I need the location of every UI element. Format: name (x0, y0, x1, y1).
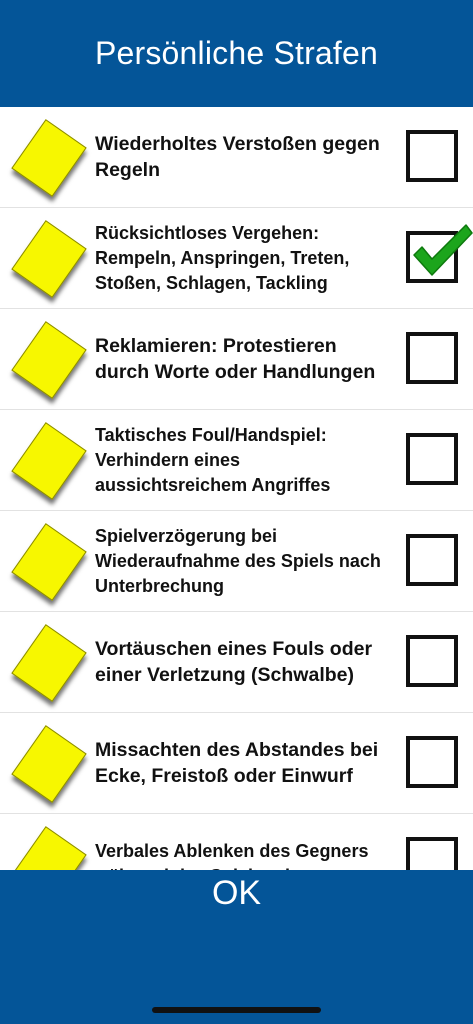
list-item: Taktisches Foul/Handspiel: Verhindern ei… (0, 410, 473, 511)
item-checkbox[interactable] (406, 635, 458, 687)
item-label: Rücksichtloses Vergehen: Rempeln, Anspri… (95, 222, 350, 293)
ok-button[interactable]: OK (0, 870, 473, 916)
item-label: Wiederholtes Verstoßen gegen Regeln (95, 133, 380, 181)
yellow-card-icon (11, 321, 87, 399)
list-item: Wiederholtes Verstoßen gegen Regeln (0, 107, 473, 208)
item-label: Missachten des Abstandes bei Ecke, Freis… (95, 739, 379, 787)
list-item: Spielverzögerung bei Wiederaufnahme des … (0, 511, 473, 612)
list-item: Verbales Ablenken des Gegners während de… (0, 814, 473, 870)
footer-bar: OK (0, 870, 473, 1024)
item-checkbox[interactable] (406, 224, 473, 283)
item-checkbox[interactable] (406, 433, 458, 485)
yellow-card-icon (11, 422, 87, 500)
yellow-card-icon (11, 220, 87, 298)
item-checkbox[interactable] (406, 837, 458, 870)
item-label: Reklamieren: Protestieren durch Worte od… (95, 335, 376, 383)
item-label: Taktisches Foul/Handspiel: Verhindern ei… (95, 424, 331, 495)
yellow-card-icon (11, 624, 87, 702)
list-item: Vortäuschen eines Fouls oder einer Verle… (0, 612, 473, 713)
checkmark-icon (413, 224, 473, 276)
penalty-list[interactable]: Wiederholtes Verstoßen gegen Regeln Rück… (0, 107, 473, 870)
header-bar: Persönliche Strafen (0, 0, 473, 107)
yellow-card-icon (11, 725, 87, 803)
list-item: Reklamieren: Protestieren durch Worte od… (0, 309, 473, 410)
item-checkbox[interactable] (406, 534, 458, 586)
item-checkbox[interactable] (406, 736, 458, 788)
list-item: Missachten des Abstandes bei Ecke, Freis… (0, 713, 473, 814)
item-label: Vortäuschen eines Fouls oder einer Verle… (95, 638, 373, 686)
list-item: Rücksichtloses Vergehen: Rempeln, Anspri… (0, 208, 473, 309)
yellow-card-icon (11, 523, 87, 601)
yellow-card-icon (11, 826, 87, 870)
item-label: Verbales Ablenken des Gegners während de… (95, 841, 369, 870)
yellow-card-icon (11, 119, 87, 197)
item-label: Spielverzögerung bei Wiederaufnahme des … (95, 525, 381, 596)
item-checkbox[interactable] (406, 130, 458, 182)
item-checkbox[interactable] (406, 332, 458, 384)
page-title: Persönliche Strafen (94, 35, 379, 71)
home-indicator[interactable] (152, 1007, 321, 1013)
